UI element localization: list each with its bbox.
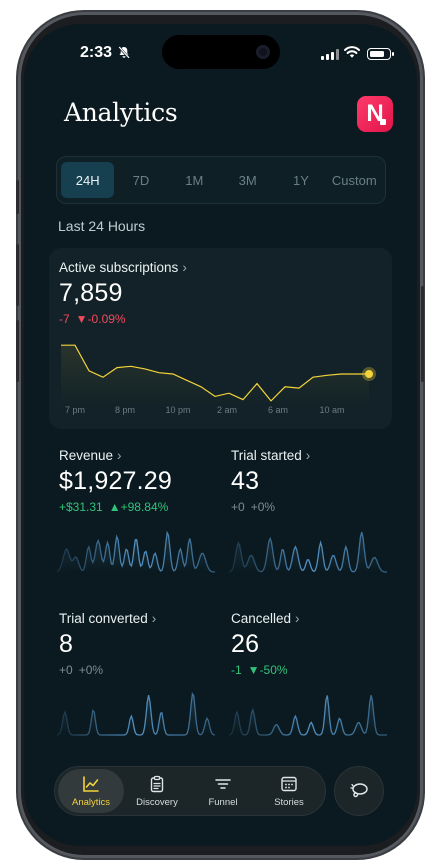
active-subscriptions-value: 7,859 — [59, 279, 123, 307]
cellular-signal-icon — [321, 49, 339, 60]
wifi-icon — [344, 46, 360, 58]
tab-discovery[interactable]: Discovery — [124, 769, 190, 813]
cancelled-value: 26 — [231, 630, 260, 658]
active-subscriptions-chart — [61, 344, 376, 406]
trial-converted-card[interactable]: Trial converted › 8 +0 +0% — [56, 611, 219, 761]
change-percent: +0% — [250, 500, 276, 514]
active-subscriptions-card[interactable]: Active subscriptions › 7,859 -7 ▼-0.09% 7… — [49, 248, 392, 429]
tab-label: Analytics — [71, 796, 110, 808]
app-logo[interactable]: N — [357, 96, 393, 132]
change-percent: +0% — [78, 663, 104, 677]
trial-started-change: +0 +0% — [231, 500, 391, 514]
assistant-button[interactable] — [334, 766, 384, 816]
clipboard-icon — [150, 775, 164, 792]
cancelled-title[interactable]: Cancelled › — [231, 611, 391, 626]
trial-converted-change: +0 +0% — [59, 663, 219, 677]
x-label: 8 pm — [114, 405, 136, 415]
x-label: 10 pm — [165, 405, 191, 415]
x-label: 10 am — [319, 405, 345, 415]
cancelled-label: Cancelled — [231, 611, 292, 626]
active-subscriptions-label: Active subscriptions — [59, 260, 179, 275]
change-percent: ▼-0.09% — [75, 312, 126, 326]
revenue-card[interactable]: Revenue › $1,927.29 +$31.31 ▲+98.84% — [56, 448, 219, 598]
page-title: Analytics — [64, 98, 178, 127]
stories-icon — [281, 776, 297, 791]
chevron-right-icon: › — [117, 448, 122, 463]
tab-label: Stories — [274, 796, 304, 808]
trial-started-label: Trial started — [231, 448, 302, 463]
change-absolute: +0 — [59, 663, 73, 677]
current-point — [365, 370, 373, 378]
volume-up-button — [16, 244, 19, 306]
triangle-down-icon: ▼ — [247, 663, 260, 677]
tab-label: Funnel — [208, 796, 238, 808]
active-subscriptions-title[interactable]: Active subscriptions › — [59, 260, 187, 275]
cancelled-change: -1 ▼-50% — [231, 663, 391, 677]
range-selector: 24H 7D 1M 3M 1Y Custom — [56, 156, 386, 204]
x-label: 6 am — [267, 405, 289, 415]
chevron-right-icon: › — [305, 448, 311, 463]
chevron-right-icon: › — [151, 611, 157, 626]
change-percent: ▼-50% — [247, 663, 288, 677]
action-button — [16, 180, 19, 214]
lasso-icon — [350, 783, 368, 798]
status-time: 2:33 — [80, 44, 113, 61]
trial-converted-value: 8 — [59, 630, 74, 658]
range-tab-7d[interactable]: 7D — [114, 162, 167, 198]
trial-started-title[interactable]: Trial started › — [231, 448, 391, 463]
trial-converted-sparkline — [56, 691, 216, 736]
chart-icon — [83, 775, 99, 792]
range-tab-custom[interactable]: Custom — [328, 162, 381, 198]
cancelled-sparkline — [228, 695, 387, 736]
screen: 2:33 Analytics N 24H 7D 1M 3M 1Y Custom … — [24, 24, 417, 846]
trial-started-card[interactable]: Trial started › 43 +0 +0% — [228, 448, 391, 598]
triangle-down-icon: ▼ — [75, 312, 88, 326]
battery-icon — [367, 48, 394, 60]
active-subscriptions-change: -7 ▼-0.09% — [59, 312, 187, 326]
tab-stories[interactable]: Stories — [256, 769, 322, 813]
x-label: 7 pm — [64, 405, 86, 415]
change-absolute: -1 — [231, 663, 242, 677]
triangle-up-icon: ▲ — [108, 500, 121, 514]
silent-bell-icon — [118, 46, 130, 62]
change-absolute: +$31.31 — [59, 500, 103, 514]
tab-label: Discovery — [136, 796, 178, 808]
period-label: Last 24 Hours — [58, 218, 146, 234]
trial-started-sparkline — [228, 531, 387, 573]
funnel-icon — [215, 778, 231, 789]
revenue-sparkline — [56, 530, 216, 573]
range-tab-1y[interactable]: 1Y — [274, 162, 327, 198]
tab-analytics[interactable]: Analytics — [58, 769, 124, 813]
trial-converted-label: Trial converted — [59, 611, 148, 626]
change-absolute: -7 — [59, 312, 70, 326]
range-tab-24h[interactable]: 24H — [61, 162, 115, 198]
cancelled-card[interactable]: Cancelled › 26 -1 ▼-50% — [228, 611, 391, 761]
change-percent: ▲+98.84% — [108, 500, 169, 514]
revenue-title[interactable]: Revenue › — [59, 448, 219, 463]
x-axis-labels: 7 pm 8 pm 10 pm 2 am 6 am 10 am — [49, 405, 392, 419]
trial-started-value: 43 — [231, 467, 260, 495]
bottom-tab-bar: Analytics Discovery Funnel Stories — [54, 766, 326, 816]
trial-converted-title[interactable]: Trial converted › — [59, 611, 219, 626]
x-label: 2 am — [216, 405, 238, 415]
chevron-right-icon: › — [295, 611, 300, 626]
revenue-change: +$31.31 ▲+98.84% — [59, 500, 219, 514]
range-tab-3m[interactable]: 3M — [221, 162, 274, 198]
chevron-right-icon: › — [182, 260, 187, 275]
sparkline-area — [57, 532, 215, 572]
revenue-label: Revenue — [59, 448, 114, 463]
tab-funnel[interactable]: Funnel — [190, 769, 256, 813]
range-tab-1m[interactable]: 1M — [168, 162, 221, 198]
status-bar: 2:33 — [24, 44, 417, 64]
volume-down-button — [16, 320, 19, 382]
revenue-value: $1,927.29 — [59, 467, 173, 495]
change-absolute: +0 — [231, 500, 245, 514]
power-button — [421, 286, 424, 382]
